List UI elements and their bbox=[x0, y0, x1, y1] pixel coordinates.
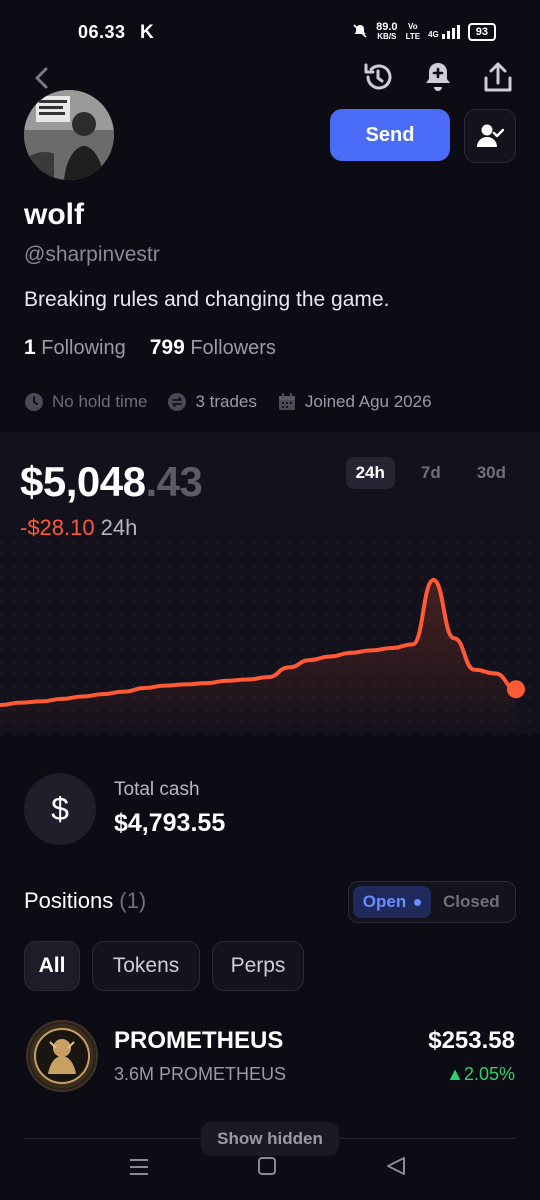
tab-24h[interactable]: 24h bbox=[345, 457, 395, 489]
portfolio-value-decimal: .43 bbox=[145, 458, 203, 505]
follow-button[interactable] bbox=[464, 109, 516, 163]
profile-handle: @sharpinvestr bbox=[24, 243, 160, 266]
followers-count: 799 bbox=[149, 336, 185, 359]
token-change: ▲2.05% bbox=[446, 1064, 515, 1084]
filter-all[interactable]: All bbox=[24, 941, 80, 991]
open-closed-toggle: Open Closed bbox=[348, 881, 516, 923]
positions-title-text: Positions bbox=[24, 888, 114, 913]
system-nav-bar bbox=[130, 1157, 405, 1175]
add-alert-button[interactable] bbox=[419, 58, 457, 96]
avatar-photo-icon bbox=[24, 90, 114, 180]
total-cash-value: $4,793.55 bbox=[114, 809, 226, 837]
status-indicators: 89.0 KB/S Vo LTE 4G 93 bbox=[352, 22, 496, 42]
change-value: -$28.10 bbox=[20, 515, 95, 540]
speed-value: 89.0 bbox=[376, 21, 398, 33]
back-nav-icon[interactable] bbox=[387, 1157, 405, 1175]
tab-30d[interactable]: 30d bbox=[467, 457, 516, 489]
toggle-open[interactable]: Open bbox=[353, 886, 431, 918]
calendar-icon bbox=[278, 393, 295, 410]
share-button[interactable] bbox=[478, 58, 518, 98]
joined-stat: Joined Agu 2026 bbox=[277, 392, 432, 412]
history-icon bbox=[364, 63, 392, 90]
volte-top: Vo bbox=[408, 22, 418, 31]
battery-indicator: 93 bbox=[467, 23, 496, 41]
hold-time-stat: No hold time bbox=[24, 392, 147, 412]
status-time: 06.33 bbox=[78, 22, 126, 42]
toggle-closed[interactable]: Closed bbox=[443, 892, 500, 912]
signal-icon: 4G bbox=[428, 25, 460, 39]
trades-stat: 3 trades bbox=[167, 392, 257, 412]
positions-title: Positions (1) bbox=[24, 888, 146, 914]
filter-perps[interactable]: Perps bbox=[212, 941, 304, 991]
hold-time-text: No hold time bbox=[52, 392, 148, 411]
timeframe-tabs: 24h 7d 30d bbox=[345, 457, 516, 489]
portfolio-line-chart[interactable] bbox=[0, 540, 540, 740]
history-button[interactable] bbox=[359, 58, 397, 96]
following-label: Following bbox=[41, 337, 126, 359]
following-count: 1 bbox=[24, 336, 36, 359]
profile-bio: Breaking rules and changing the game. bbox=[24, 288, 390, 311]
profile-name: wolf bbox=[24, 198, 84, 231]
avatar[interactable] bbox=[24, 90, 114, 180]
back-button[interactable] bbox=[26, 62, 56, 94]
portfolio-value: $5,048.43 bbox=[20, 458, 203, 506]
chevron-left-icon bbox=[35, 67, 48, 89]
portfolio-value-main: $5,048 bbox=[20, 458, 146, 505]
speed-unit: KB/S bbox=[377, 32, 397, 41]
share-icon bbox=[484, 62, 512, 92]
joined-text: Joined Agu 2026 bbox=[304, 392, 432, 411]
recent-apps-icon[interactable] bbox=[130, 1159, 148, 1175]
total-cash-label: Total cash bbox=[114, 779, 200, 800]
network-speed: 89.0 KB/S bbox=[376, 22, 397, 42]
following-link[interactable]: 1 Following bbox=[24, 336, 126, 360]
active-dot-icon bbox=[414, 898, 422, 906]
bell-plus-icon bbox=[426, 63, 450, 91]
filter-tokens[interactable]: Tokens bbox=[92, 941, 200, 991]
volte-indicator: Vo LTE bbox=[406, 22, 421, 42]
portfolio-change: -$28.10 24h bbox=[20, 515, 137, 541]
home-icon[interactable] bbox=[258, 1157, 276, 1175]
chart-current-point bbox=[507, 680, 525, 699]
token-price: $253.58 bbox=[428, 1027, 515, 1054]
swap-icon bbox=[168, 393, 187, 411]
profile-meta: No hold time 3 trades Joined Agu 2026 bbox=[24, 392, 442, 412]
positions-count: (1) bbox=[119, 888, 147, 913]
signal-label: 4G bbox=[428, 30, 439, 39]
followers-link[interactable]: 799 Followers bbox=[150, 336, 276, 360]
toggle-open-label: Open bbox=[362, 892, 407, 911]
dollar-icon: $ bbox=[51, 790, 69, 827]
follow-counts: 1 Following 799 Followers bbox=[24, 336, 276, 360]
change-period: 24h bbox=[100, 515, 138, 540]
cash-icon-circle: $ bbox=[24, 773, 96, 845]
app-notification-icon: K bbox=[140, 22, 154, 43]
volte-bottom: LTE bbox=[405, 32, 421, 41]
mute-icon bbox=[352, 23, 368, 42]
send-button[interactable]: Send bbox=[330, 109, 450, 161]
token-amount: 3.6M PROMETHEUS bbox=[114, 1064, 287, 1084]
clock-icon bbox=[25, 393, 43, 411]
token-logo bbox=[26, 1020, 98, 1092]
trades-text: 3 trades bbox=[195, 392, 257, 411]
user-check-icon bbox=[477, 124, 504, 147]
prometheus-logo-icon bbox=[30, 1024, 94, 1088]
followers-label: Followers bbox=[190, 337, 276, 359]
token-name: PROMETHEUS bbox=[114, 1027, 284, 1054]
tab-7d[interactable]: 7d bbox=[411, 457, 451, 489]
